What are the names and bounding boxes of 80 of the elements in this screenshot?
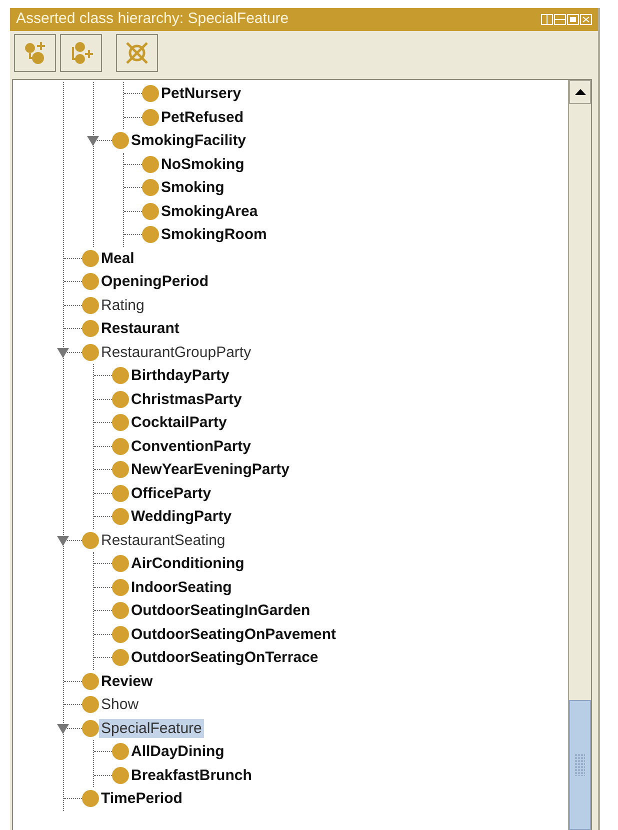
tree-item[interactable]: AllDayDining — [129, 742, 226, 762]
add-subclass-button[interactable] — [14, 34, 56, 72]
panel-title: Asserted class hierarchy: SpecialFeature — [16, 9, 289, 30]
class-icon — [82, 696, 99, 714]
tree-item[interactable]: SmokingArea — [159, 202, 260, 221]
tree-item[interactable]: OutdoorSeatingInGarden — [129, 601, 312, 620]
tree-item[interactable]: NoSmoking — [159, 154, 246, 174]
class-icon — [112, 602, 129, 620]
class-icon — [112, 578, 129, 596]
tree-item[interactable]: Restaurant — [99, 319, 182, 338]
tree-item[interactable]: OutdoorSeatingOnTerrace — [129, 648, 320, 668]
class-icon — [82, 790, 99, 808]
tree-item[interactable]: OfficeParty — [129, 484, 214, 503]
class-icon — [142, 108, 159, 126]
class-icon — [82, 672, 99, 690]
class-icon — [82, 320, 99, 338]
class-icon — [112, 626, 129, 643]
maximize-icon[interactable] — [567, 14, 579, 25]
tree-item[interactable]: IndoorSeating — [129, 578, 234, 597]
class-icon — [112, 649, 129, 666]
class-icon — [82, 273, 99, 290]
class-icon — [82, 250, 99, 267]
expanded-triangle-icon[interactable] — [57, 724, 69, 734]
class-icon — [112, 367, 129, 384]
split-icon[interactable] — [554, 14, 566, 25]
tree-item[interactable]: OutdoorSeatingOnPavement — [129, 624, 338, 644]
delete-class-button[interactable] — [116, 34, 158, 72]
scrollbar[interactable] — [568, 80, 591, 830]
tree-item[interactable]: Smoking — [159, 178, 226, 198]
class-icon — [112, 484, 129, 502]
class-icon — [142, 202, 159, 220]
scroll-thumb[interactable] — [569, 700, 591, 830]
class-icon — [142, 85, 159, 102]
tree-item[interactable]: SpecialFeature — [99, 718, 204, 738]
tree-item[interactable]: AirConditioning — [129, 554, 246, 574]
scroll-up-button[interactable] — [569, 80, 591, 104]
close-icon[interactable] — [580, 14, 592, 25]
class-icon — [82, 720, 99, 737]
class-icon — [142, 226, 159, 244]
tree-item[interactable]: BirthdayParty — [129, 366, 232, 386]
tree-item[interactable]: Show — [99, 695, 141, 714]
up-arrow-icon — [574, 89, 586, 95]
class-icon — [112, 508, 129, 526]
class-icon — [112, 743, 129, 760]
tree-item[interactable]: Review — [99, 672, 155, 691]
class-icon — [112, 438, 129, 455]
tree-item[interactable]: SmokingFacility — [129, 131, 248, 150]
class-icon — [82, 296, 99, 314]
delete-class-icon — [123, 40, 151, 66]
tree-item[interactable]: Meal — [99, 248, 136, 268]
expanded-triangle-icon[interactable] — [57, 348, 69, 358]
tree-item[interactable]: RestaurantSeating — [99, 530, 228, 550]
class-icon — [112, 390, 129, 408]
grip-icon — [575, 754, 585, 776]
class-icon — [112, 132, 129, 150]
tree-item[interactable]: SmokingRoom — [159, 225, 269, 244]
tree-item[interactable]: PetNursery — [159, 84, 244, 104]
tree-item[interactable]: NewYearEveningParty — [129, 460, 292, 480]
tree-item[interactable]: ChristmasParty — [129, 390, 244, 409]
tree-item[interactable]: OpeningPeriod — [99, 272, 211, 292]
class-icon — [112, 555, 129, 572]
tree-item[interactable]: CocktailParty — [129, 413, 229, 432]
tree-item[interactable]: BreakfastBrunch — [129, 766, 254, 785]
expanded-triangle-icon[interactable] — [87, 136, 99, 146]
tile-icon[interactable] — [541, 14, 553, 25]
tree-item[interactable]: Rating — [99, 296, 146, 315]
class-icon — [112, 461, 129, 478]
tree-item[interactable]: PetRefused — [159, 108, 246, 127]
class-icon — [112, 414, 129, 432]
class-icon — [142, 179, 159, 196]
tree-item[interactable]: RestaurantGroupParty — [99, 342, 254, 362]
tree-item[interactable]: WeddingParty — [129, 507, 234, 526]
class-icon — [82, 532, 99, 549]
tree-item[interactable]: ConventionParty — [129, 436, 254, 456]
expanded-triangle-icon[interactable] — [57, 536, 69, 546]
class-icon — [112, 766, 129, 784]
class-icon — [82, 344, 99, 361]
add-sibling-button[interactable] — [60, 34, 102, 72]
class-icon — [142, 156, 159, 173]
tree-item[interactable]: TimePeriod — [99, 789, 184, 808]
